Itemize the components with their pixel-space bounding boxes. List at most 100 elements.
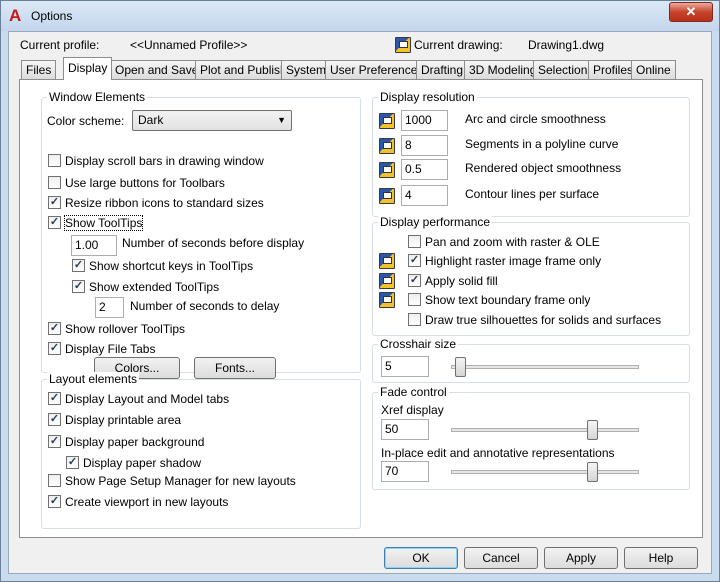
tab-plot-and-publish[interactable]: Plot and Publish	[195, 60, 292, 79]
drawing-saved-icon	[379, 273, 395, 289]
drawing-saved-icon	[379, 138, 395, 154]
color-scheme-label: Color scheme:	[47, 114, 125, 128]
layout-model-tabs-checkbox[interactable]: ✓	[48, 392, 61, 405]
xref-slider-thumb[interactable]	[587, 420, 598, 440]
extended-delay-label: Number of seconds to delay	[130, 299, 280, 313]
scroll-bars-checkbox[interactable]	[48, 154, 61, 167]
shortcut-keys-label: Show shortcut keys in ToolTips	[89, 259, 254, 273]
tab-files[interactable]: Files	[21, 60, 57, 79]
xref-fade-input[interactable]: 50	[381, 419, 429, 440]
help-button[interactable]: Help	[624, 547, 698, 569]
color-scheme-dropdown[interactable]: Dark ▼	[132, 110, 292, 131]
extended-delay-input[interactable]: 2	[95, 297, 124, 318]
inplace-slider-track[interactable]	[451, 470, 639, 474]
paper-shadow-label: Display paper shadow	[83, 456, 202, 470]
color-scheme-value: Dark	[138, 113, 164, 127]
create-viewport-label: Create viewport in new layouts	[65, 495, 229, 509]
paper-background-checkbox[interactable]: ✓	[48, 435, 61, 448]
crosshair-size-title: Crosshair size	[378, 337, 459, 351]
extended-tooltips-label: Show extended ToolTips	[89, 280, 220, 294]
pan-zoom-raster-checkbox[interactable]	[408, 235, 421, 248]
tooltip-delay-label: Number of seconds before display	[122, 236, 305, 250]
crosshair-size-input[interactable]: 5	[381, 356, 429, 377]
fonts-button[interactable]: Fonts...	[194, 357, 276, 379]
autocad-logo-icon: A	[9, 6, 22, 25]
rollover-tooltips-checkbox[interactable]: ✓	[48, 322, 61, 335]
display-resolution-group: Display resolution 1000 Arc and circle s…	[372, 90, 690, 217]
file-tabs-label: Display File Tabs	[65, 342, 156, 356]
tab-user-preferences[interactable]: User Preferences	[325, 60, 429, 79]
current-drawing-value: Drawing1.dwg	[528, 38, 605, 52]
drawing-saved-icon	[379, 113, 395, 129]
inplace-edit-label: In-place edit and annotative representat…	[381, 446, 615, 460]
printable-area-label: Display printable area	[65, 413, 182, 427]
chevron-down-icon: ▼	[277, 115, 286, 125]
extended-tooltips-checkbox[interactable]: ✓	[72, 280, 85, 293]
solid-fill-checkbox[interactable]: ✓	[408, 274, 421, 287]
contour-lines-input[interactable]: 4	[401, 185, 448, 206]
printable-area-checkbox[interactable]: ✓	[48, 413, 61, 426]
drawing-file-icon	[395, 37, 411, 53]
rollover-tooltips-label: Show rollover ToolTips	[65, 322, 186, 336]
resize-ribbon-icons-checkbox[interactable]: ✓	[48, 196, 61, 209]
title-bar[interactable]: A Options ✕	[1, 1, 719, 31]
tab-drafting[interactable]: Drafting	[416, 60, 469, 79]
show-tooltips-checkbox[interactable]: ✓	[48, 216, 61, 229]
apply-button[interactable]: Apply	[544, 547, 618, 569]
tab-open-and-save[interactable]: Open and Save	[110, 60, 204, 79]
display-tab-panel: Window Elements Color scheme: Dark ▼ Dis…	[19, 79, 703, 538]
dialog-body: Current profile: <<Unnamed Profile>> Cur…	[8, 31, 712, 574]
contour-lines-label: Contour lines per surface	[465, 187, 600, 201]
arc-smoothness-input[interactable]: 1000	[401, 110, 448, 131]
drawing-saved-icon	[379, 162, 395, 178]
highlight-raster-frame-label: Highlight raster image frame only	[425, 254, 602, 268]
page-setup-manager-checkbox[interactable]	[48, 474, 61, 487]
file-tabs-checkbox[interactable]: ✓	[48, 342, 61, 355]
shortcut-keys-checkbox[interactable]: ✓	[72, 259, 85, 272]
tab-3d-modeling[interactable]: 3D Modeling	[464, 60, 542, 79]
crosshair-size-group: Crosshair size 5	[372, 337, 690, 383]
layout-elements-title: Layout elements	[47, 372, 140, 386]
tab-online[interactable]: Online	[631, 60, 676, 79]
drawing-saved-icon	[379, 253, 395, 269]
tab-selection[interactable]: Selection	[533, 60, 593, 79]
polyline-segments-label: Segments in a polyline curve	[465, 137, 619, 151]
object-smoothness-input[interactable]: 0.5	[401, 159, 448, 180]
xref-display-label: Xref display	[381, 403, 444, 417]
crosshair-slider-track[interactable]	[451, 365, 639, 369]
window-elements-title: Window Elements	[47, 90, 148, 104]
options-dialog: A Options ✕ Current profile: <<Unnamed P…	[0, 0, 720, 582]
large-buttons-checkbox[interactable]	[48, 176, 61, 189]
current-profile-value: <<Unnamed Profile>>	[130, 38, 248, 52]
create-viewport-checkbox[interactable]: ✓	[48, 495, 61, 508]
close-button[interactable]: ✕	[669, 2, 713, 22]
tooltip-delay-input[interactable]: 1.00	[71, 235, 117, 256]
current-profile-label: Current profile:	[20, 38, 100, 52]
text-boundary-label: Show text boundary frame only	[425, 293, 591, 307]
ok-button[interactable]: OK	[384, 547, 458, 569]
tab-system[interactable]: System	[281, 60, 332, 79]
polyline-segments-input[interactable]: 8	[401, 135, 448, 156]
display-resolution-title: Display resolution	[378, 90, 477, 104]
paper-shadow-checkbox[interactable]: ✓	[66, 456, 79, 469]
drawing-saved-icon	[379, 188, 395, 204]
true-silhouettes-label: Draw true silhouettes for solids and sur…	[425, 313, 662, 327]
inplace-fade-input[interactable]: 70	[381, 461, 429, 482]
inplace-slider-thumb[interactable]	[587, 462, 598, 482]
true-silhouettes-checkbox[interactable]	[408, 313, 421, 326]
paper-background-label: Display paper background	[65, 435, 205, 449]
tab-display[interactable]: Display	[63, 57, 113, 80]
resize-ribbon-icons-label: Resize ribbon icons to standard sizes	[65, 196, 264, 210]
fade-control-group: Fade control Xref display 50 In-place ed…	[372, 385, 690, 490]
arc-smoothness-label: Arc and circle smoothness	[465, 112, 606, 126]
object-smoothness-label: Rendered object smoothness	[465, 161, 622, 175]
solid-fill-label: Apply solid fill	[425, 274, 498, 288]
highlight-raster-frame-checkbox[interactable]: ✓	[408, 254, 421, 267]
window-title: Options	[31, 9, 73, 23]
layout-model-tabs-label: Display Layout and Model tabs	[65, 392, 230, 406]
window-elements-group: Window Elements Color scheme: Dark ▼ Dis…	[41, 90, 361, 379]
xref-slider-track[interactable]	[451, 428, 639, 432]
crosshair-slider-thumb[interactable]	[455, 357, 467, 377]
cancel-button[interactable]: Cancel	[464, 547, 538, 569]
text-boundary-checkbox[interactable]	[408, 293, 421, 306]
